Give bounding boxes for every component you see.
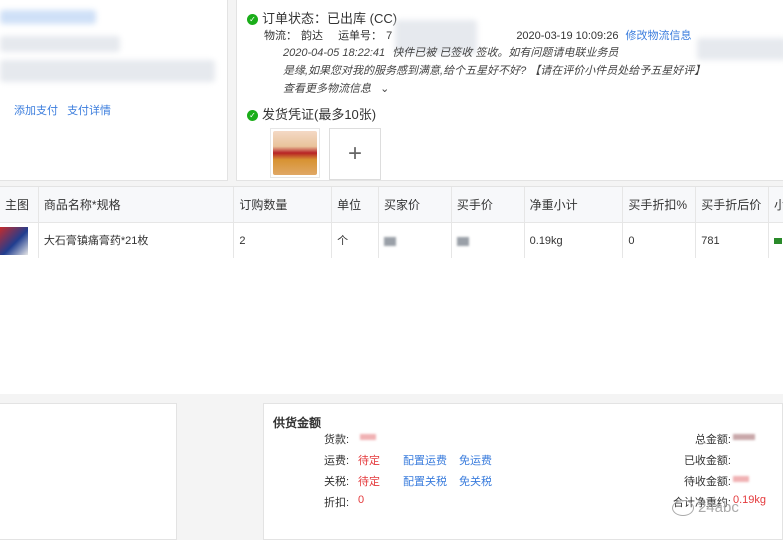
col-header: 买手折扣% bbox=[623, 187, 697, 222]
blurred-text bbox=[0, 10, 96, 24]
watermark-text: 24abc bbox=[698, 499, 739, 516]
col-header: 订购数量 bbox=[234, 187, 333, 222]
table-header: 主图 商品名称*规格 订购数量 单位 买家价 买手价 净重小计 买手折扣% 买手… bbox=[0, 187, 783, 223]
unit: 个 bbox=[332, 223, 380, 259]
voucher-title: ✓ 发货凭证(最多10张) bbox=[247, 104, 376, 123]
voucher-thumbnail[interactable] bbox=[270, 128, 320, 178]
discount-value: 0 bbox=[358, 494, 365, 506]
blurred-value bbox=[384, 236, 397, 246]
buyer-price bbox=[379, 223, 452, 259]
total-value bbox=[733, 431, 755, 443]
received-label: 已收金额: bbox=[683, 455, 731, 467]
voucher-title-text: 发货凭证(最多10张) bbox=[262, 107, 377, 122]
tracking-entry-continued: 是缘,如果您对我的服务感到满意,给个五星好不好? 【请在评价小件员处给予五星好评… bbox=[283, 65, 706, 77]
tracking-entry: 2020-04-05 18:22:41 快件已被 已签收 签收。如有问题请电联业… bbox=[283, 44, 618, 60]
table-row: 大石膏镇痛膏药*21枚 2 个 0.19kg 0 781 bbox=[0, 223, 783, 259]
tracking-time: 2020-04-05 18:22:41 bbox=[283, 47, 386, 59]
check-icon: ✓ bbox=[247, 110, 258, 122]
col-header: 小 bbox=[774, 198, 783, 212]
product-image[interactable] bbox=[0, 227, 28, 256]
blurred-text bbox=[697, 38, 783, 60]
blurred-value bbox=[733, 476, 749, 483]
net-weight: 0.19kg bbox=[525, 223, 624, 259]
carrier-value: 韵达 bbox=[301, 30, 323, 42]
col-header: 主图 bbox=[0, 187, 39, 222]
logistics-datetime: 2020-03-19 10:09:26 bbox=[516, 30, 619, 42]
free-freight-link[interactable]: 免运费 bbox=[459, 452, 492, 468]
col-header: 单位 bbox=[332, 187, 380, 222]
blurred-text bbox=[0, 60, 215, 82]
pending-label: 待收金额: bbox=[683, 476, 731, 488]
carrier-label: 物流： bbox=[264, 30, 297, 42]
modify-logistics-link[interactable]: 修改物流信息 bbox=[626, 30, 692, 42]
wechat-icon bbox=[672, 500, 694, 517]
blurred-value bbox=[456, 236, 469, 246]
tracking-label: 运单号： bbox=[338, 30, 383, 42]
total-label: 总金额: bbox=[694, 434, 731, 446]
goods-label: 货款: bbox=[324, 434, 350, 446]
watermark: 24abc bbox=[672, 499, 739, 517]
col-header: 商品名称*规格 bbox=[39, 187, 235, 222]
config-freight-link[interactable]: 配置运费 bbox=[403, 452, 447, 468]
tax-label: 关税: bbox=[324, 476, 350, 488]
order-info-panel: 添加支付 支付详情 bbox=[0, 0, 228, 181]
supply-amount-title: 供货金额 bbox=[273, 416, 322, 430]
freight-label: 运费: bbox=[324, 455, 350, 467]
col-header: 净重小计 bbox=[525, 187, 624, 222]
voucher-image[interactable] bbox=[273, 131, 317, 175]
check-icon: ✓ bbox=[247, 14, 258, 26]
product-name: 大石膏镇痛膏药*21枚 bbox=[39, 223, 235, 259]
tax-value: 待定 bbox=[358, 476, 380, 488]
order-status-title: ✓ 订单状态：已出库 (CC) bbox=[247, 8, 397, 27]
quantity: 2 bbox=[234, 223, 333, 259]
more-logistics-text[interactable]: 查看更多物流信息 bbox=[283, 83, 371, 95]
add-payment-link[interactable]: 添加支付 bbox=[14, 105, 58, 117]
blurred-text bbox=[0, 36, 120, 52]
order-status-text: 订单状态：已出库 (CC) bbox=[262, 11, 398, 26]
tracking-text: 快件已被 已签收 签收。如有问题请电联业务员 bbox=[392, 47, 619, 59]
goods-value bbox=[360, 431, 376, 443]
col-header: 买家价 bbox=[379, 187, 452, 222]
discount: 0 bbox=[623, 223, 697, 259]
supply-amount-panel: 供货金额 货款: 运费: 待定 配置运费 免运费 关税: 待定 配置关税 免关税… bbox=[263, 403, 783, 540]
remark-panel bbox=[0, 403, 177, 540]
col-header: 买手折后价 bbox=[696, 187, 770, 222]
pending-value bbox=[733, 473, 749, 485]
truncated-cell bbox=[769, 223, 783, 259]
discount-label: 折扣: bbox=[324, 497, 350, 509]
add-voucher-button[interactable]: + bbox=[329, 128, 381, 180]
content-blank-area bbox=[0, 258, 783, 394]
chevron-down-icon[interactable]: ⌄ bbox=[380, 83, 389, 95]
freight-value: 待定 bbox=[358, 455, 380, 467]
more-logistics-link[interactable]: 查看更多物流信息 ⌄ bbox=[283, 80, 389, 96]
logistics-line: 物流： 韵达 运单号： 7 2020-03-19 10:09:26 修改物流信息 bbox=[264, 27, 696, 43]
product-table: 主图 商品名称*规格 订购数量 单位 买家价 买手价 净重小计 买手折扣% 买手… bbox=[0, 186, 783, 259]
logistics-panel: ✓ 订单状态：已出库 (CC) 物流： 韵达 运单号： 7 2020-03-19 10… bbox=[236, 0, 783, 181]
blurred-value bbox=[733, 434, 755, 441]
tracking-number: 7 bbox=[386, 30, 393, 42]
blurred-value bbox=[360, 434, 376, 441]
free-tax-link[interactable]: 免关税 bbox=[459, 473, 492, 489]
col-header: 买手价 bbox=[452, 187, 525, 222]
config-tax-link[interactable]: 配置关税 bbox=[403, 473, 447, 489]
discount-price: 781 bbox=[696, 223, 770, 259]
product-image-cell bbox=[0, 223, 39, 259]
payment-detail-link[interactable]: 支付详情 bbox=[67, 105, 111, 117]
agent-price bbox=[452, 223, 525, 259]
